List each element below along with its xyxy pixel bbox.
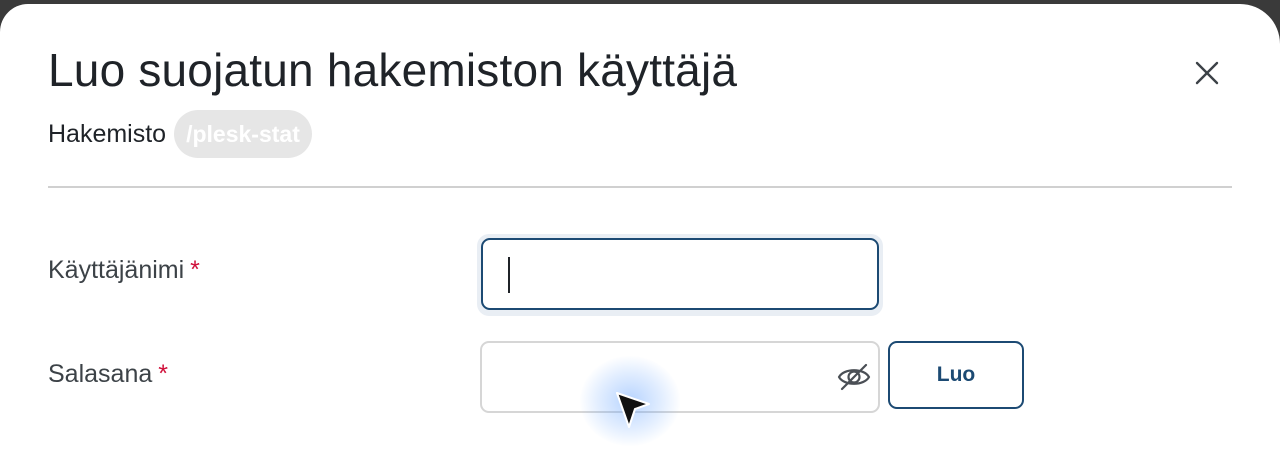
generate-password-button[interactable]: Luo	[888, 341, 1024, 409]
password-input[interactable]	[480, 341, 880, 413]
username-field-focus-ring	[477, 234, 883, 316]
directory-badge: /plesk-stat	[174, 110, 312, 158]
close-button[interactable]	[1190, 56, 1224, 90]
text-caret	[508, 257, 510, 293]
dialog-title: Luo suojatun hakemiston käyttäjä	[48, 44, 738, 96]
divider	[48, 186, 1232, 188]
username-label-text: Käyttäjänimi	[48, 256, 185, 284]
required-marker: *	[190, 256, 200, 284]
directory-row: Hakemisto /plesk-stat	[48, 110, 312, 158]
create-user-dialog: Luo suojatun hakemiston käyttäjä Hakemis…	[0, 4, 1280, 464]
password-label: Salasana *	[48, 360, 168, 389]
directory-label: Hakemisto	[48, 119, 167, 148]
toggle-password-visibility-button[interactable]	[836, 361, 872, 393]
eye-off-icon	[837, 363, 871, 391]
username-input[interactable]	[481, 238, 879, 310]
username-label: Käyttäjänimi *	[48, 256, 200, 285]
required-marker: *	[158, 360, 168, 388]
password-label-text: Salasana	[48, 360, 153, 388]
close-icon	[1195, 61, 1219, 85]
